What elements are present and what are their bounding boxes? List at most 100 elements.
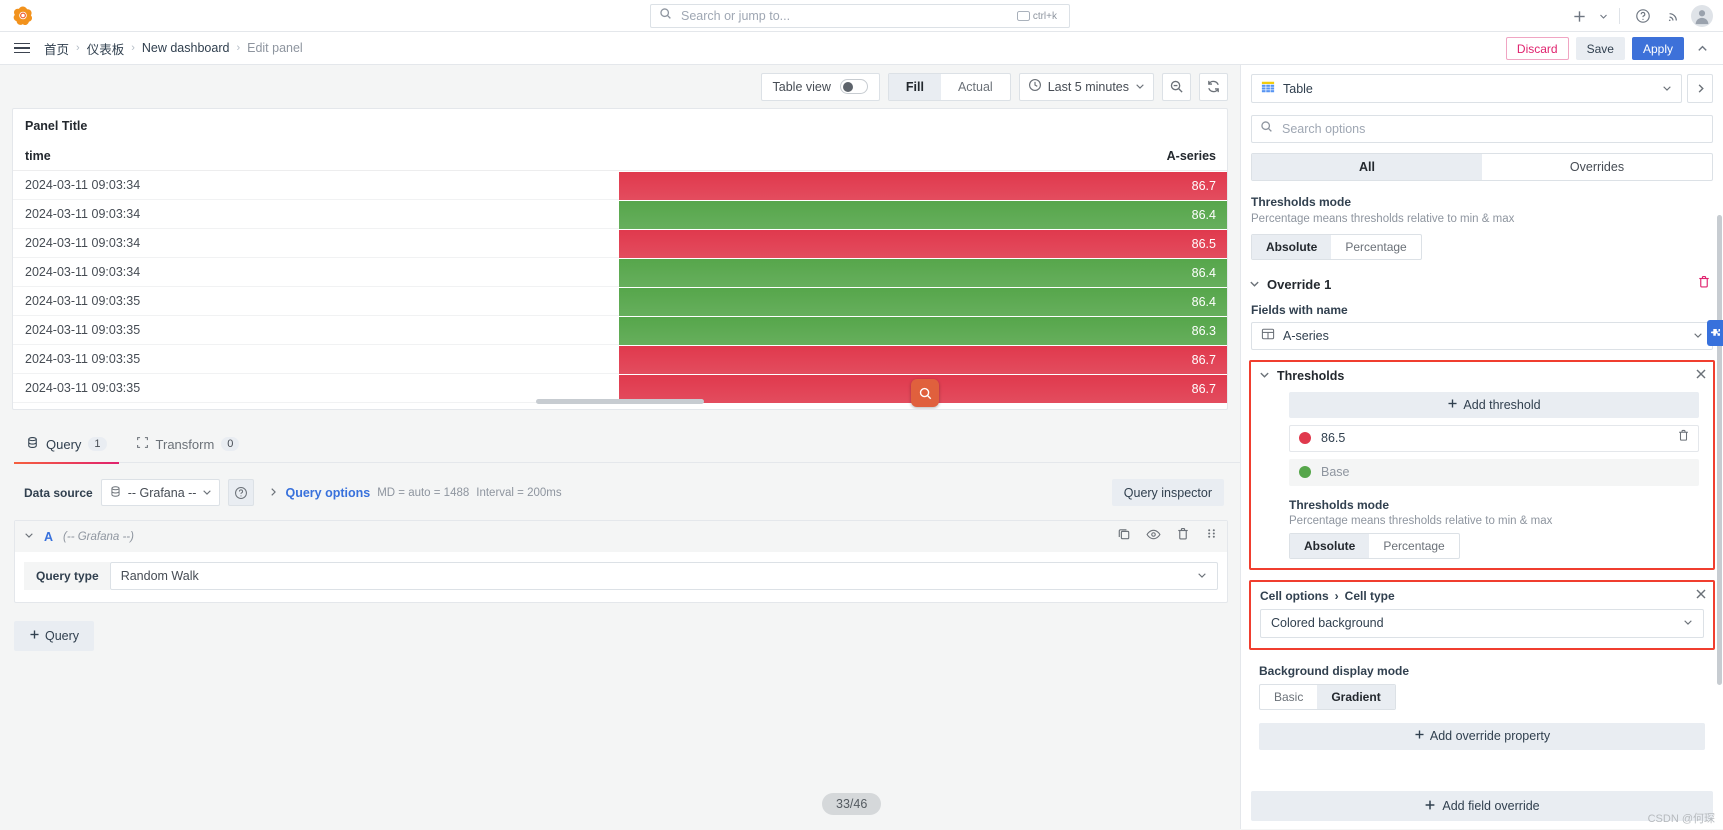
table-row[interactable]: 2024-03-11 09:03:35 86.4 bbox=[13, 287, 1227, 316]
add-override-property-button[interactable]: Add override property bbox=[1259, 722, 1705, 750]
shortcut-text: ctrl+k bbox=[1032, 10, 1057, 22]
help-circle-icon[interactable] bbox=[228, 479, 255, 506]
threshold-item[interactable]: 86.5 bbox=[1289, 424, 1699, 452]
cell-time: 2024-03-11 09:03:35 bbox=[13, 345, 619, 374]
column-header-a-series[interactable]: A-series bbox=[619, 149, 1227, 163]
breadcrumb-separator: › bbox=[76, 42, 80, 54]
options-search-box[interactable] bbox=[1251, 115, 1713, 143]
table-row[interactable]: 2024-03-11 09:03:34 86.4 bbox=[13, 258, 1227, 287]
search-icon bbox=[1260, 120, 1273, 138]
thresholds-mode-percentage[interactable]: Percentage bbox=[1331, 235, 1420, 259]
chevron-down-icon bbox=[1197, 569, 1207, 583]
bg-mode-gradient[interactable]: Gradient bbox=[1317, 684, 1395, 709]
table-row[interactable]: 2024-03-11 09:03:35 86.3 bbox=[13, 316, 1227, 345]
toggle-switch[interactable] bbox=[839, 79, 868, 94]
panel-edit-actions: Discard Save Apply bbox=[1505, 32, 1713, 65]
help-circle-icon[interactable] bbox=[1629, 3, 1657, 29]
field-name-icon bbox=[1261, 327, 1275, 344]
grafana-datasource-icon bbox=[109, 485, 122, 501]
chevron-up-icon[interactable] bbox=[1691, 42, 1713, 55]
refresh-icon[interactable] bbox=[1199, 72, 1228, 101]
table-view-toggle[interactable]: Table view bbox=[760, 72, 880, 101]
plus-icon bbox=[1424, 799, 1436, 814]
bg-mode-basic[interactable]: Basic bbox=[1260, 685, 1317, 709]
tab-all[interactable]: All bbox=[1252, 154, 1482, 180]
cell-a-series: 86.5 bbox=[619, 229, 1227, 258]
plus-icon[interactable] bbox=[1565, 3, 1593, 29]
save-button[interactable]: Save bbox=[1575, 37, 1625, 60]
datasource-picker[interactable]: -- Grafana -- bbox=[100, 479, 221, 506]
apply-button[interactable]: Apply bbox=[1631, 37, 1684, 60]
search-input[interactable] bbox=[679, 8, 1006, 24]
inner-thresholds-mode-percentage[interactable]: Percentage bbox=[1369, 534, 1458, 558]
inner-thresholds-mode-radio-group: Absolute Percentage bbox=[1289, 532, 1460, 559]
table-row[interactable]: 2024-03-11 09:03:34 86.4 bbox=[13, 200, 1227, 229]
time-range-label: Last 5 minutes bbox=[1047, 79, 1129, 94]
chevron-right-icon[interactable] bbox=[1687, 74, 1713, 103]
drag-handle-icon[interactable] bbox=[1205, 527, 1218, 547]
trash-icon[interactable] bbox=[1677, 429, 1690, 447]
table-row[interactable]: 2024-03-11 09:03:35 86.7 bbox=[13, 345, 1227, 374]
visualization-picker[interactable]: Table bbox=[1251, 74, 1682, 103]
watermark: CSDN @何琛 bbox=[1647, 813, 1715, 825]
copy-icon[interactable] bbox=[1117, 527, 1131, 547]
cell-type-select[interactable]: Colored background bbox=[1260, 608, 1704, 638]
threshold-item-base[interactable]: Base bbox=[1289, 458, 1699, 486]
chevron-down-icon[interactable] bbox=[1596, 3, 1610, 29]
eye-icon[interactable] bbox=[1146, 527, 1161, 547]
time-range-picker[interactable]: Last 5 minutes bbox=[1018, 72, 1154, 101]
threshold-color-dot[interactable] bbox=[1299, 466, 1311, 479]
options-pane-scrollbar[interactable] bbox=[1717, 215, 1722, 685]
global-search-box[interactable]: ctrl+k bbox=[650, 4, 1070, 28]
add-field-override-button[interactable]: Add field override bbox=[1251, 791, 1713, 821]
rss-news-icon[interactable] bbox=[1660, 3, 1688, 29]
zoom-out-icon[interactable] bbox=[1162, 72, 1191, 101]
chevron-down-icon bbox=[1135, 80, 1145, 94]
query-type-label: Query type bbox=[24, 562, 110, 590]
close-icon[interactable] bbox=[1695, 367, 1707, 383]
query-inspector-button[interactable]: Query inspector bbox=[1111, 479, 1224, 506]
thresholds-section-header[interactable]: Thresholds bbox=[1255, 369, 1709, 383]
query-type-select[interactable]: Random Walk bbox=[109, 562, 1218, 590]
inner-thresholds-mode-absolute[interactable]: Absolute bbox=[1290, 533, 1370, 558]
user-avatar-icon[interactable] bbox=[1691, 5, 1713, 27]
query-ref-id[interactable]: A bbox=[44, 530, 53, 544]
fit-option-fill[interactable]: Fill bbox=[888, 73, 941, 100]
tab-query[interactable]: Query 1 bbox=[14, 426, 119, 464]
add-query-button[interactable]: Query bbox=[14, 621, 94, 651]
threshold-color-dot[interactable] bbox=[1299, 432, 1311, 445]
query-type-value: Random Walk bbox=[120, 569, 199, 583]
discard-button[interactable]: Discard bbox=[1505, 37, 1569, 60]
thresholds-mode-label: Thresholds mode bbox=[1251, 195, 1352, 209]
tab-transform[interactable]: Transform 0 bbox=[124, 426, 252, 463]
puzzle-icon[interactable] bbox=[1707, 320, 1723, 346]
breadcrumb-item-dashboards[interactable]: 仪表板 bbox=[87, 39, 125, 58]
add-threshold-label: Add threshold bbox=[1463, 397, 1541, 412]
tab-overrides[interactable]: Overrides bbox=[1482, 154, 1712, 180]
horizontal-scrollbar[interactable] bbox=[536, 399, 704, 404]
cell-time: 2024-03-11 09:03:34 bbox=[13, 258, 619, 287]
search-shortcut-hint: ctrl+k bbox=[1013, 10, 1061, 23]
query-options-link[interactable]: Query options bbox=[285, 486, 370, 500]
chevron-right-icon[interactable] bbox=[268, 484, 278, 502]
trash-icon[interactable] bbox=[1176, 527, 1190, 547]
threshold-value[interactable]: 86.5 bbox=[1321, 431, 1345, 445]
breadcrumb-item-home[interactable]: 首页 bbox=[44, 39, 69, 58]
options-search-input[interactable] bbox=[1280, 121, 1704, 137]
fields-with-name-select[interactable]: A-series bbox=[1251, 321, 1713, 350]
close-icon[interactable] bbox=[1695, 587, 1707, 603]
add-threshold-button[interactable]: Add threshold bbox=[1289, 391, 1699, 418]
chevron-down-icon[interactable] bbox=[1249, 276, 1260, 294]
hamburger-menu-icon[interactable] bbox=[6, 35, 38, 61]
table-row[interactable]: 2024-03-11 09:03:34 86.5 bbox=[13, 229, 1227, 258]
add-field-override-label: Add field override bbox=[1442, 799, 1540, 813]
trash-icon[interactable] bbox=[1697, 275, 1711, 294]
table-row[interactable]: 2024-03-11 09:03:34 86.7 bbox=[13, 171, 1227, 200]
datasource-label: Data source bbox=[24, 485, 93, 500]
grafana-logo-icon[interactable] bbox=[8, 1, 38, 31]
thresholds-mode-absolute[interactable]: Absolute bbox=[1252, 234, 1332, 259]
breadcrumb-item-new-dashboard[interactable]: New dashboard bbox=[142, 41, 230, 55]
chevron-down-icon[interactable] bbox=[24, 530, 34, 543]
column-header-time[interactable]: time bbox=[13, 149, 619, 163]
fit-option-actual[interactable]: Actual bbox=[941, 74, 1010, 100]
